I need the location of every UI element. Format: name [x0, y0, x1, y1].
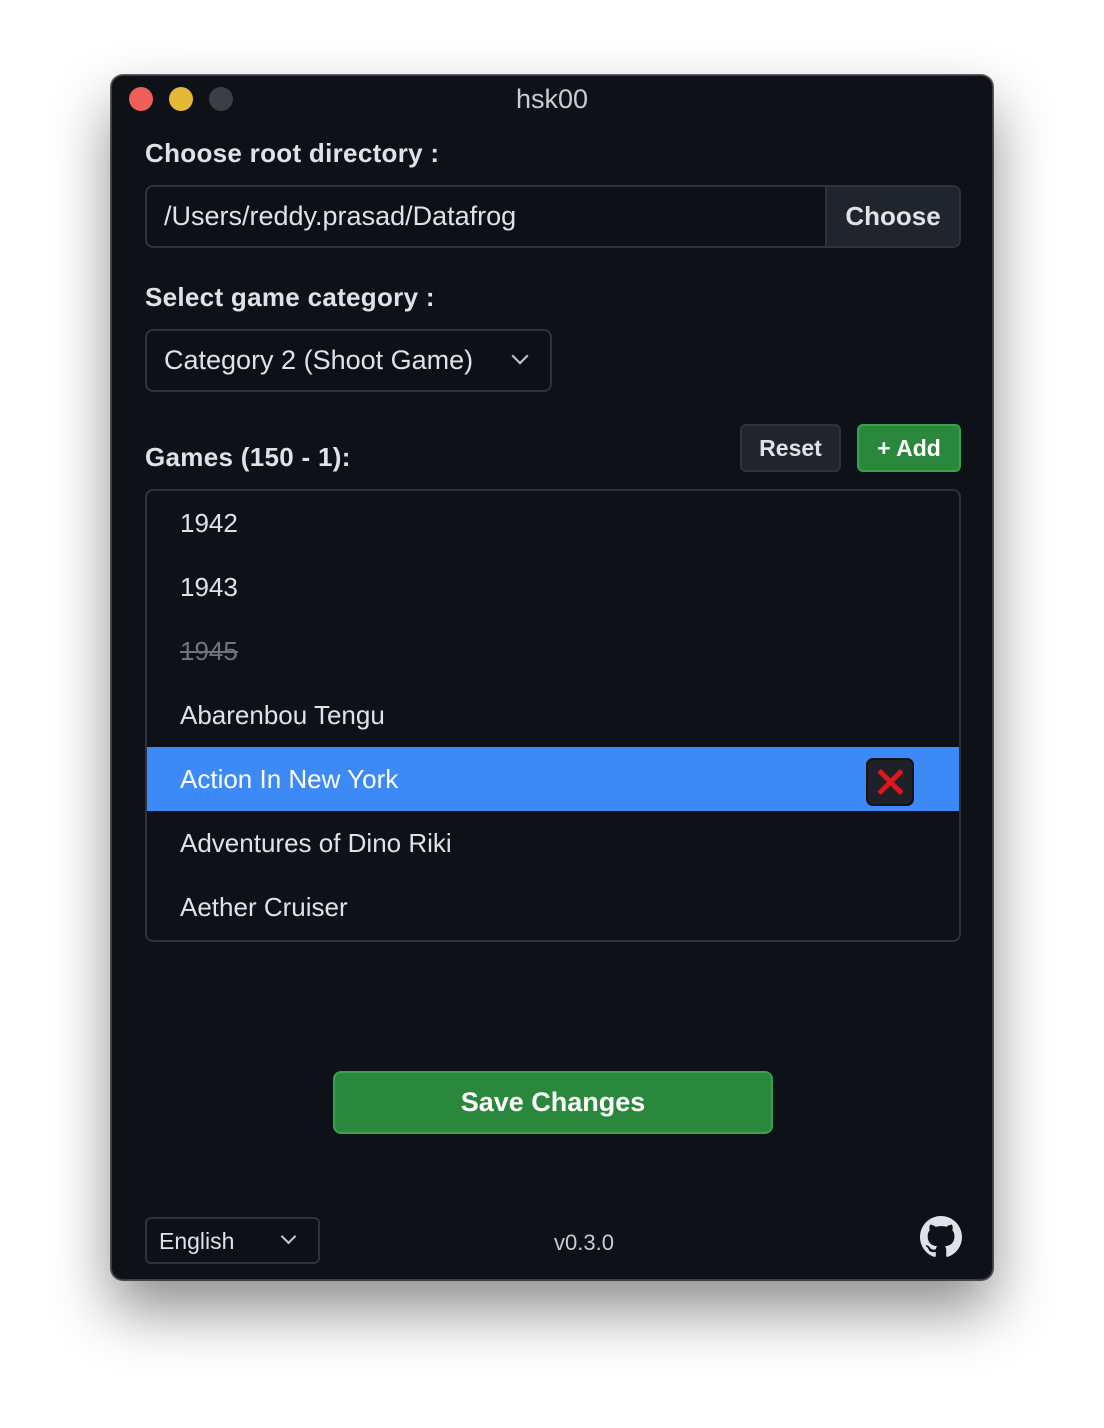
game-list-item[interactable]: Aether Cruiser — [147, 875, 959, 939]
game-list-item[interactable]: 1943 — [147, 555, 959, 619]
version-label: v0.3.0 — [554, 1230, 614, 1255]
root-directory-input[interactable]: /Users/reddy.prasad/Datafrog — [147, 187, 825, 246]
games-label: Games (150 - 1): — [145, 442, 351, 472]
game-list-item[interactable]: Adventures of Dino Riki — [147, 811, 959, 875]
category-label: Select game category : — [145, 282, 435, 312]
choose-button[interactable]: Choose — [825, 187, 959, 246]
game-name: 1942 — [180, 508, 238, 538]
game-name: 1943 — [180, 572, 238, 602]
category-selected-value: Category 2 (Shoot Game) — [164, 345, 474, 375]
delete-game-button[interactable] — [866, 758, 914, 806]
game-list-item[interactable]: Abarenbou Tengu — [147, 683, 959, 747]
game-name: Abarenbou Tengu — [180, 700, 385, 730]
add-game-button[interactable]: + Add — [857, 424, 961, 472]
reset-button[interactable]: Reset — [740, 424, 841, 472]
root-directory-row: /Users/reddy.prasad/Datafrog Choose — [145, 185, 961, 248]
game-name: Aether Cruiser — [180, 892, 348, 922]
chevron-down-icon — [511, 347, 529, 365]
game-name: Adventures of Dino Riki — [180, 828, 452, 858]
save-changes-button[interactable]: Save Changes — [333, 1071, 773, 1134]
game-list-item-selected[interactable]: Action In New York — [147, 747, 959, 811]
game-list-item-deleted[interactable]: 1945 — [147, 619, 959, 683]
github-icon[interactable] — [920, 1216, 962, 1258]
window-title: hsk00 — [515, 84, 589, 114]
root-directory-label: Choose root directory : — [145, 138, 440, 168]
games-list[interactable]: 1942 1943 1945 Abarenbou Tengu Action In… — [145, 489, 961, 942]
title-bar: hsk00 — [112, 76, 992, 122]
game-list-item[interactable]: 1942 — [147, 491, 959, 555]
game-name: 1945 — [180, 636, 238, 666]
app-window: hsk00 Choose root directory : /Users/red… — [111, 75, 993, 1280]
game-name: Action In New York — [180, 764, 399, 794]
category-select[interactable]: Category 2 (Shoot Game) — [145, 329, 552, 392]
